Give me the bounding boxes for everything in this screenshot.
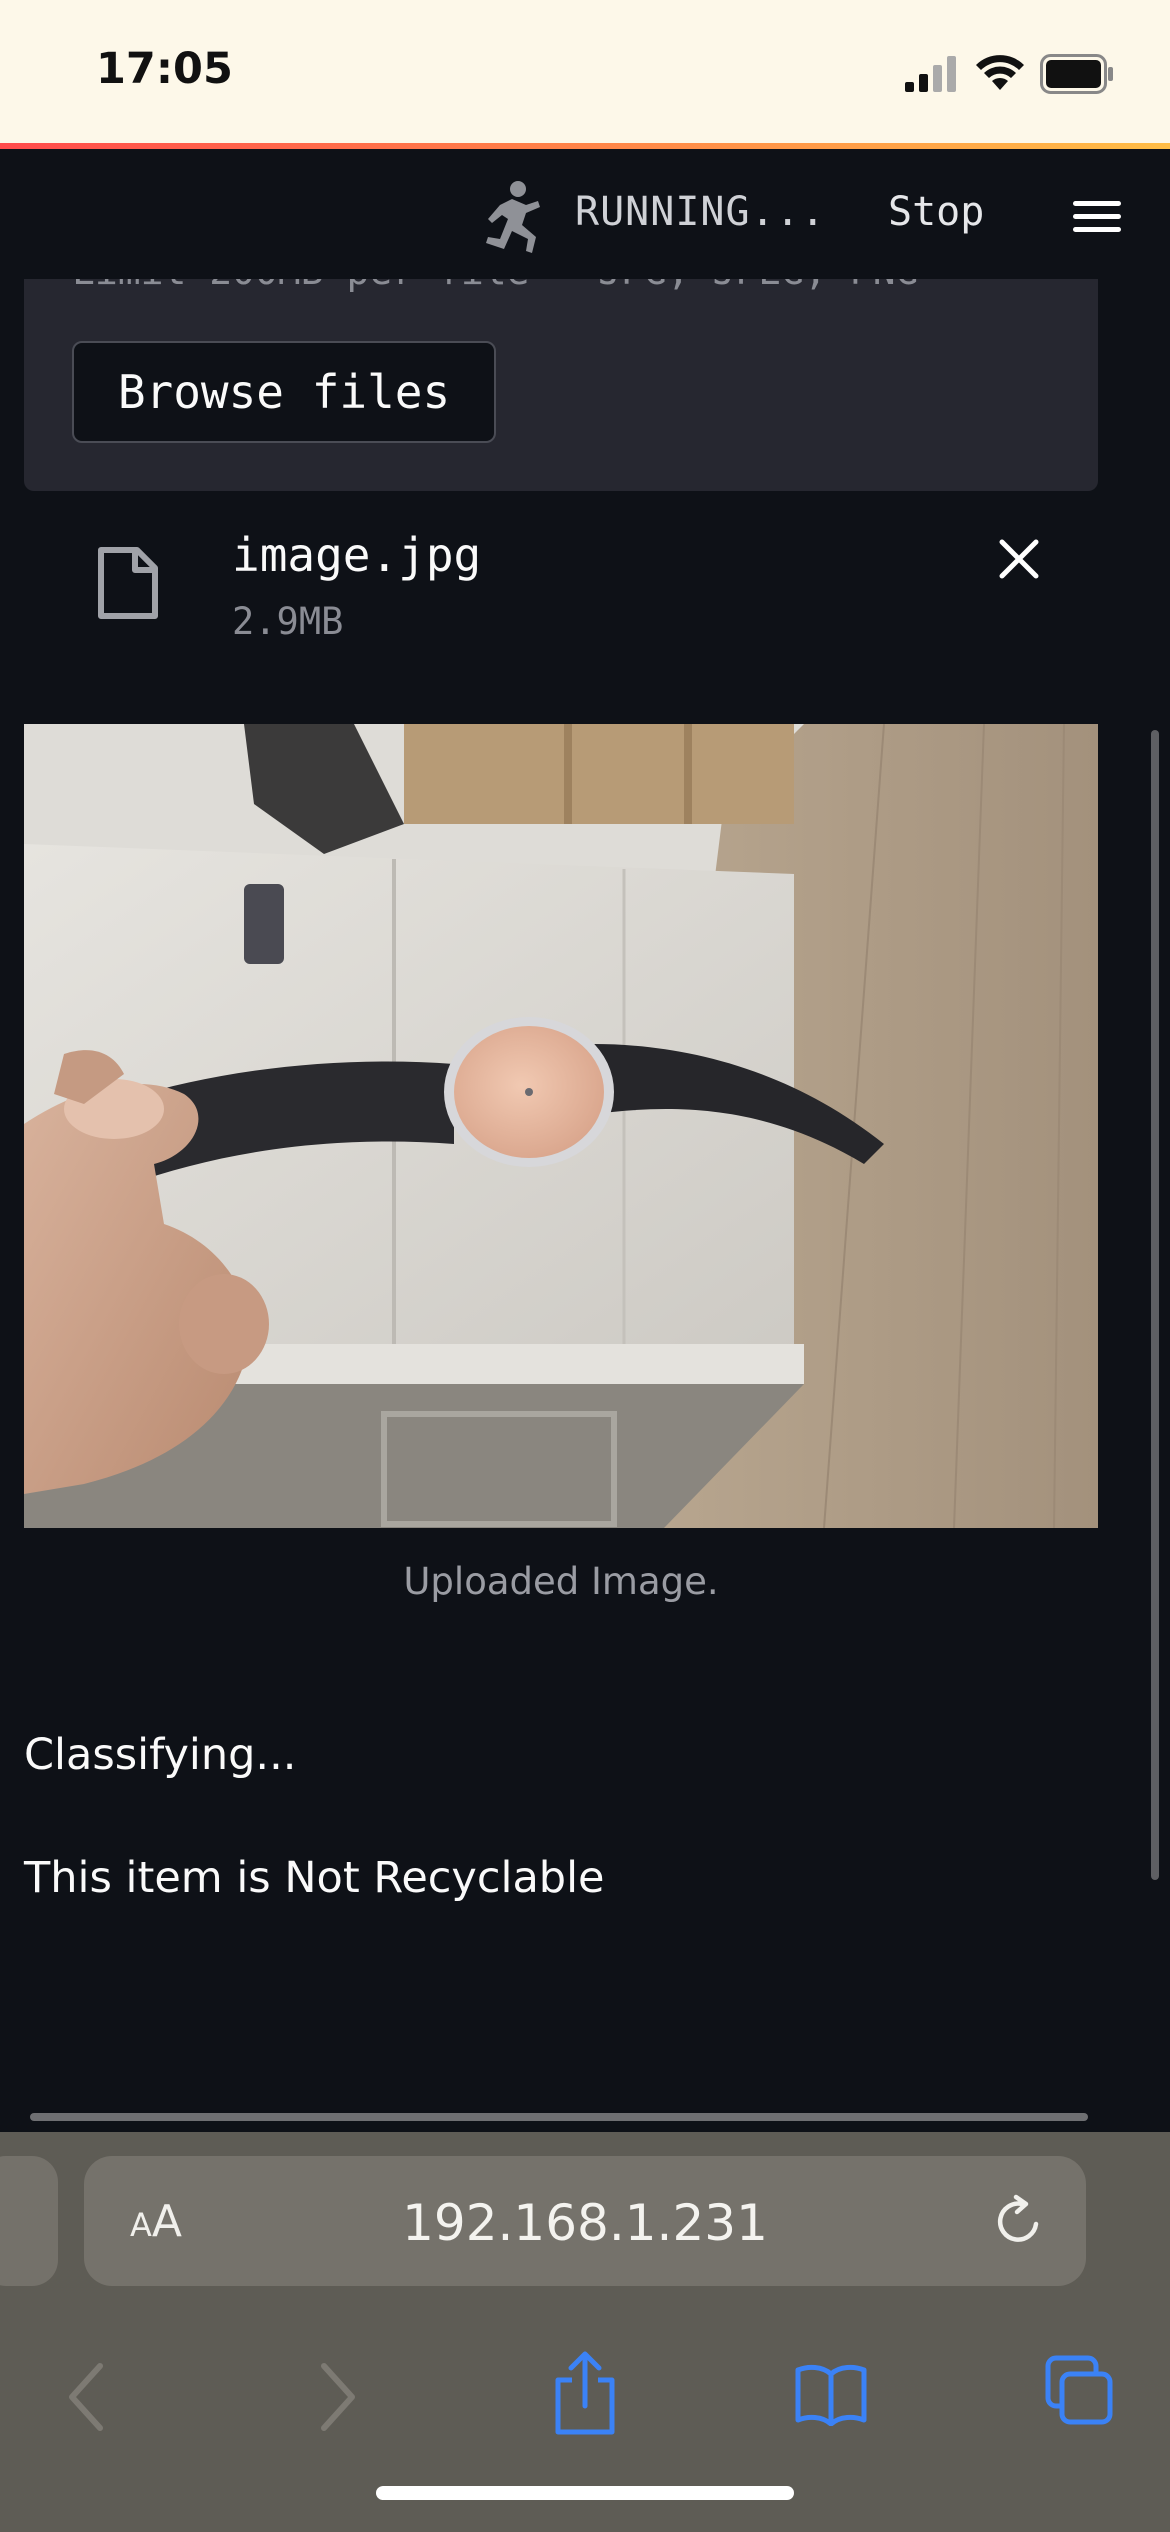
bookmarks-icon[interactable] <box>794 2362 868 2426</box>
reload-icon[interactable] <box>992 2194 1046 2248</box>
ios-status-bar: 17:05 <box>0 0 1170 143</box>
watch-photo <box>24 724 1098 1528</box>
stop-button[interactable]: Stop <box>888 189 984 235</box>
file-icon <box>98 547 158 619</box>
running-man-icon <box>486 181 540 253</box>
file-uploader-dropzone[interactable]: Limit 200MB per file • JPG, JPEG, PNG Br… <box>24 279 1098 491</box>
uploaded-file-name: image.jpg <box>232 528 482 582</box>
status-time: 17:05 <box>96 44 233 94</box>
close-icon[interactable] <box>998 538 1040 580</box>
forward-icon[interactable] <box>318 2362 358 2432</box>
image-caption: Uploaded Image. <box>403 1560 719 1603</box>
safari-toolbar: AA 192.168.1.231 <box>0 2132 1170 2532</box>
horizontal-scrollbar[interactable] <box>30 2113 1088 2121</box>
battery-icon <box>1040 54 1113 94</box>
vertical-scrollbar[interactable] <box>1151 730 1159 1880</box>
app-header: RUNNING... Stop <box>0 149 1170 279</box>
classification-result: This item is Not Recyclable <box>24 1853 605 1903</box>
previous-tab-preview[interactable] <box>0 2156 58 2286</box>
hamburger-menu-icon[interactable] <box>1073 201 1121 235</box>
share-icon[interactable] <box>552 2350 618 2436</box>
url-text[interactable]: 192.168.1.231 <box>84 2194 1086 2252</box>
browse-files-button[interactable]: Browse files <box>72 341 496 443</box>
address-bar[interactable]: AA 192.168.1.231 <box>84 2156 1086 2286</box>
back-icon[interactable] <box>66 2362 106 2432</box>
tabs-icon[interactable] <box>1044 2354 1114 2426</box>
home-indicator <box>376 2486 794 2500</box>
uploaded-file-size: 2.9MB <box>232 600 344 643</box>
uploaded-image <box>24 724 1098 1528</box>
running-status: RUNNING... <box>575 189 826 235</box>
upload-limit-text: Limit 200MB per file • JPG, JPEG, PNG <box>72 279 918 293</box>
wifi-icon <box>976 55 1024 90</box>
cellular-signal-icon <box>905 56 956 92</box>
classifying-status: Classifying... <box>24 1730 297 1780</box>
